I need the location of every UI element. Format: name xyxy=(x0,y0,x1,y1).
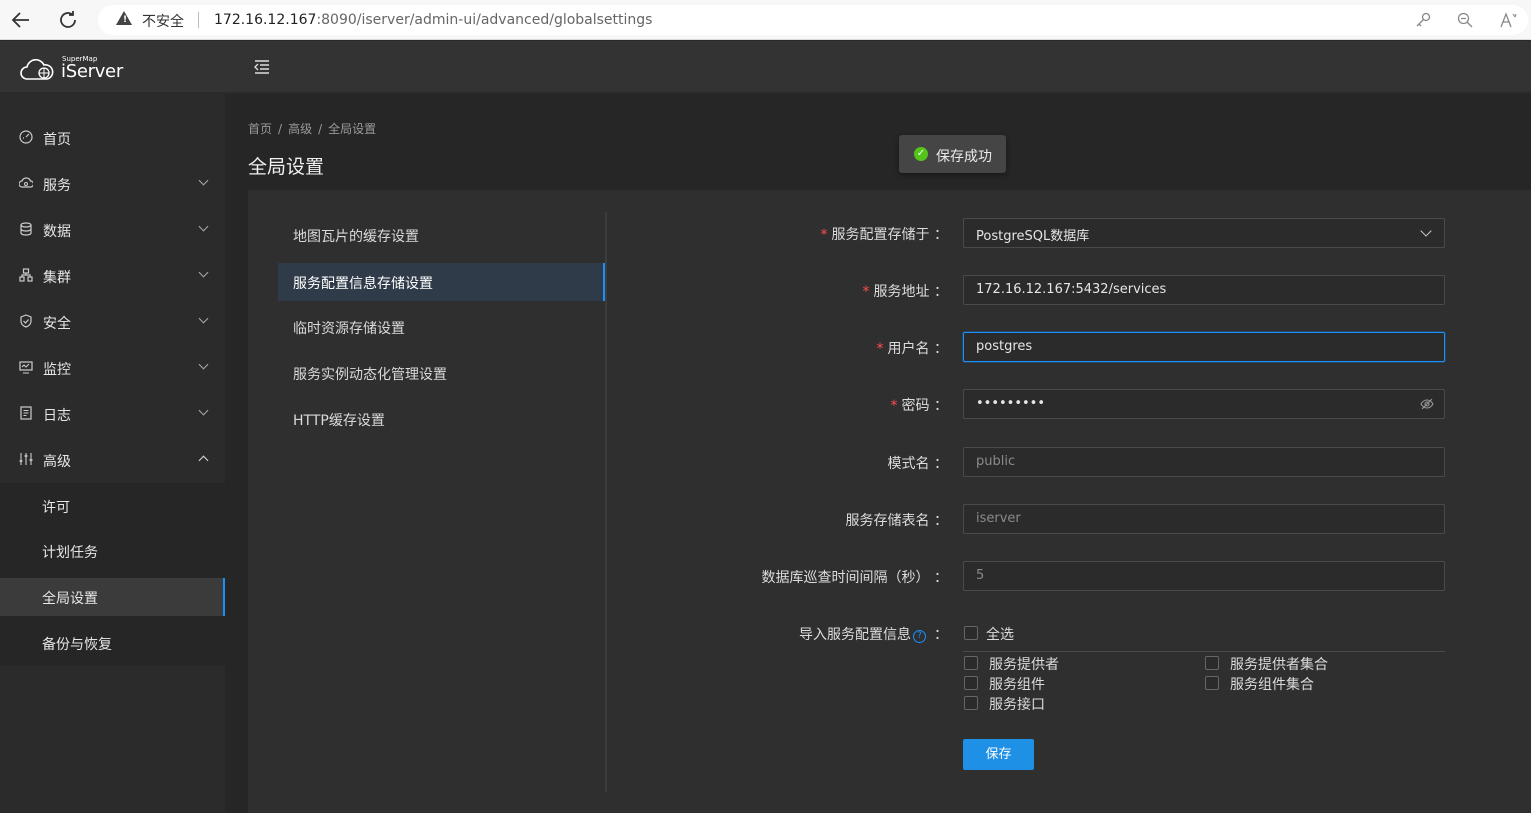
tab-map-tile-cache[interactable]: 地图瓦片的缓存设置 xyxy=(278,216,605,254)
advanced-submenu: 许可 计划任务 全局设置 备份与恢复 xyxy=(0,483,225,666)
cluster-icon xyxy=(19,268,33,282)
sidebar-item-cluster[interactable]: 集群 xyxy=(0,254,225,298)
chevron-down-icon xyxy=(198,175,209,186)
app-header: SuperMap iServer xyxy=(0,41,1531,93)
question-circle-icon[interactable]: ? xyxy=(913,630,926,643)
breadcrumb: 首页 / 高级 / 全局设置 xyxy=(248,122,377,136)
password-input[interactable]: ••••••••• xyxy=(963,389,1445,419)
schema-label: 模式名 ： xyxy=(887,456,948,472)
username-label: * 用户名 ： xyxy=(876,341,948,357)
sidebar-item-security[interactable]: 安全 xyxy=(0,300,225,344)
chevron-up-icon xyxy=(198,455,209,466)
chevron-down-icon xyxy=(198,267,209,278)
address-bar[interactable]: ! 不安全 172.16.12.167:8090/iserver/admin-u… xyxy=(98,5,1528,35)
service-provider-set-checkbox[interactable] xyxy=(1205,656,1219,670)
breadcrumb-home[interactable]: 首页 xyxy=(248,122,272,136)
security-label: 不安全 xyxy=(142,14,184,30)
service-component-set-checkbox[interactable] xyxy=(1205,676,1219,690)
tab-instance-dynamic-management[interactable]: 服务实例动态化管理设置 xyxy=(278,354,605,392)
monitor-icon xyxy=(19,361,33,374)
sidebar-item-license[interactable]: 许可 xyxy=(0,487,225,525)
storage-select[interactable]: PostgreSQL数据库 xyxy=(963,218,1445,248)
success-toast: ✓ 保存成功 xyxy=(899,135,1006,173)
sidebar-item-monitor[interactable]: 监控 xyxy=(0,346,225,390)
select-all-checkbox[interactable] xyxy=(964,626,978,640)
password-label: * 密码 ： xyxy=(890,398,948,414)
key-icon[interactable] xyxy=(1414,11,1432,33)
eye-invisible-icon[interactable] xyxy=(1420,397,1434,411)
cloud-logo-icon xyxy=(20,59,54,80)
save-button[interactable]: 保存 xyxy=(963,739,1034,770)
chevron-down-icon xyxy=(198,313,209,324)
main-content: 首页 / 高级 / 全局设置 全局设置 ✓ 保存成功 地图瓦片的缓存设置 服务配置信息存… xyxy=(225,94,1531,813)
chevron-down-icon xyxy=(198,359,209,370)
table-label: 服务存储表名 ： xyxy=(845,513,948,529)
breadcrumb-advanced[interactable]: 高级 xyxy=(288,122,312,136)
dashboard-icon xyxy=(19,130,33,144)
chevron-down-icon xyxy=(1420,225,1432,237)
select-all-label: 全选 xyxy=(986,627,1014,643)
storage-label: * 服务配置存储于 ： xyxy=(820,227,948,243)
breadcrumb-current: 全局设置 xyxy=(328,122,377,136)
address-label: * 服务地址 ： xyxy=(862,284,948,300)
refresh-icon[interactable] xyxy=(56,8,80,32)
schema-input[interactable]: public xyxy=(963,447,1445,477)
service-component-checkbox[interactable] xyxy=(964,676,978,690)
database-icon xyxy=(20,222,32,236)
service-provider-checkbox[interactable] xyxy=(964,656,978,670)
sliders-icon xyxy=(19,453,33,465)
tab-service-config-storage[interactable]: 服务配置信息存储设置 xyxy=(278,263,605,301)
sidebar: 首页 服务 数据 集群 安全 监控 日志 高级 许可 计划任务 全局设置 备份与… xyxy=(0,94,225,813)
service-interface-checkbox[interactable] xyxy=(964,696,978,710)
tab-http-cache[interactable]: HTTP缓存设置 xyxy=(278,400,605,438)
back-arrow-icon[interactable] xyxy=(9,8,33,32)
shield-icon xyxy=(20,314,32,328)
address-input[interactable]: 172.16.12.167:5432/services xyxy=(963,275,1445,305)
sidebar-item-log[interactable]: 日志 xyxy=(0,392,225,436)
sidebar-item-scheduled-tasks[interactable]: 计划任务 xyxy=(0,532,225,570)
interval-input[interactable]: 5 xyxy=(963,561,1445,591)
menu-collapse-icon[interactable] xyxy=(252,57,272,77)
import-label: 导入服务配置信息?： xyxy=(799,627,948,643)
page-title: 全局设置 xyxy=(248,156,325,178)
sidebar-item-services[interactable]: 服务 xyxy=(0,162,225,206)
sidebar-item-advanced[interactable]: 高级 xyxy=(0,438,225,482)
sidebar-item-backup-restore[interactable]: 备份与恢复 xyxy=(0,624,225,662)
sidebar-item-data[interactable]: 数据 xyxy=(0,208,225,252)
table-name-input[interactable]: iserver xyxy=(963,504,1445,534)
chevron-down-icon xyxy=(198,405,209,416)
interval-label: 数据库巡查时间间隔（秒） ： xyxy=(761,570,948,586)
settings-card: 地图瓦片的缓存设置 服务配置信息存储设置 临时资源存储设置 服务实例动态化管理设… xyxy=(248,190,1531,813)
cloud-service-icon xyxy=(19,177,33,188)
chevron-down-icon xyxy=(198,221,209,232)
tab-temp-resource-storage[interactable]: 临时资源存储设置 xyxy=(278,308,605,346)
username-input[interactable]: postgres xyxy=(963,332,1445,362)
sidebar-item-home[interactable]: 首页 xyxy=(0,116,225,160)
url-text[interactable]: 172.16.12.167:8090/iserver/admin-ui/adva… xyxy=(214,12,652,28)
browser-toolbar: ! 不安全 172.16.12.167:8090/iserver/admin-u… xyxy=(0,0,1531,40)
supermap-logo[interactable]: SuperMap iServer xyxy=(20,55,130,85)
check-circle-icon: ✓ xyxy=(914,147,928,161)
sidebar-item-global-settings[interactable]: 全局设置 xyxy=(0,578,225,616)
log-icon xyxy=(20,406,32,420)
zoom-icon[interactable] xyxy=(1456,11,1474,33)
read-aloud-icon[interactable] xyxy=(1499,11,1519,33)
